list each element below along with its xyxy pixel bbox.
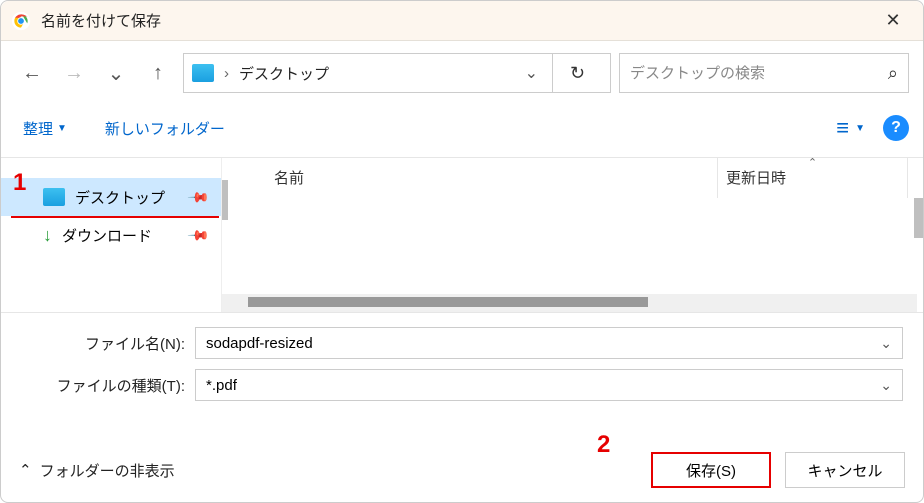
form-area: ファイル名(N): sodapdf-resized ⌄ ファイルの種類(T): … (1, 313, 923, 401)
chevron-down-icon[interactable]: ⌄ (521, 63, 542, 83)
save-dialog-window: 名前を付けて保存 ✕ ← → ⌄ ↑ › デスクトップ ⌄ ↻ ⌕ 整理 ▼ 新… (0, 0, 924, 503)
organize-menu[interactable]: 整理 ▼ (23, 118, 67, 139)
bottom-row: ⌃ フォルダーの非表示 保存(S) キャンセル (1, 452, 923, 488)
sidebar-item-label: デスクトップ (75, 187, 165, 208)
filename-value[interactable]: sodapdf-resized (206, 335, 880, 352)
content-row: デスクトップ 📌 ↓ ダウンロード 📌 名前 ⌃ 更新日時 (1, 158, 923, 312)
sidebar: デスクトップ 📌 ↓ ダウンロード 📌 (1, 158, 221, 312)
filetype-row: ファイルの種類(T): *.pdf ⌄ (21, 369, 903, 401)
close-button[interactable]: ✕ (873, 10, 913, 31)
filetype-field[interactable]: *.pdf ⌄ (195, 369, 903, 401)
back-button[interactable]: ← (15, 56, 49, 90)
list-scrollbar[interactable] (914, 198, 923, 238)
chevron-down-icon[interactable]: ⌄ (880, 377, 892, 394)
path-label[interactable]: デスクトップ (239, 63, 511, 84)
chevron-up-icon: ⌃ (19, 461, 32, 479)
filetype-value: *.pdf (206, 377, 880, 394)
sort-indicator-icon: ⌃ (808, 156, 817, 169)
path-separator-icon: › (224, 65, 229, 82)
pin-icon[interactable]: 📌 (186, 185, 210, 209)
refresh-button[interactable]: ↻ (552, 54, 602, 92)
filetype-label: ファイルの種類(T): (21, 375, 195, 396)
horizontal-scrollbar[interactable] (222, 294, 917, 312)
list-header: 名前 ⌃ 更新日時 (222, 158, 923, 198)
search-icon[interactable]: ⌕ (888, 63, 898, 84)
download-icon: ↓ (43, 225, 52, 246)
sidebar-item-desktop[interactable]: デスクトップ 📌 (1, 178, 221, 216)
dropdown-caret-icon: ▼ (57, 123, 67, 134)
list-view-icon: ≡ (836, 115, 849, 141)
path-box[interactable]: › デスクトップ ⌄ ↻ (183, 53, 611, 93)
column-name[interactable]: 名前 (266, 158, 717, 198)
toolbar: 整理 ▼ 新しいフォルダー ≡ ▼ ? (1, 109, 923, 157)
chevron-down-icon[interactable]: ⌄ (880, 335, 892, 352)
organize-label: 整理 (23, 118, 53, 139)
sidebar-item-downloads[interactable]: ↓ ダウンロード 📌 (1, 216, 221, 254)
cancel-button[interactable]: キャンセル (785, 452, 905, 488)
file-list-area: 名前 ⌃ 更新日時 (221, 158, 923, 312)
folder-icon (192, 64, 214, 82)
chrome-icon (11, 11, 31, 31)
button-group: 保存(S) キャンセル (651, 452, 905, 488)
new-folder-button[interactable]: 新しいフォルダー (105, 118, 225, 139)
folders-toggle-label: フォルダーの非表示 (40, 460, 175, 481)
view-options-button[interactable]: ≡ ▼ (836, 115, 865, 141)
filename-field[interactable]: sodapdf-resized ⌄ (195, 327, 903, 359)
pin-icon[interactable]: 📌 (186, 223, 210, 247)
scrollbar-thumb[interactable] (248, 297, 648, 307)
up-button[interactable]: ↑ (141, 56, 175, 90)
column-date[interactable]: ⌃ 更新日時 (717, 158, 907, 198)
dropdown-caret-icon: ▼ (855, 123, 865, 134)
help-button[interactable]: ? (883, 115, 909, 141)
search-box[interactable]: ⌕ (619, 53, 909, 93)
folders-toggle[interactable]: ⌃ フォルダーの非表示 (19, 460, 175, 481)
sidebar-item-label: ダウンロード (62, 225, 152, 246)
filename-label: ファイル名(N): (21, 333, 195, 354)
filename-row: ファイル名(N): sodapdf-resized ⌄ (21, 327, 903, 359)
file-list-body[interactable] (222, 198, 923, 294)
window-title: 名前を付けて保存 (41, 10, 873, 31)
save-button[interactable]: 保存(S) (651, 452, 771, 488)
titlebar: 名前を付けて保存 ✕ (1, 1, 923, 41)
forward-button[interactable]: → (57, 56, 91, 90)
recent-dropdown[interactable]: ⌄ (99, 56, 133, 90)
search-input[interactable] (630, 65, 888, 82)
desktop-icon (43, 188, 65, 206)
column-date-label: 更新日時 (726, 170, 786, 187)
nav-row: ← → ⌄ ↑ › デスクトップ ⌄ ↻ ⌕ (1, 41, 923, 109)
